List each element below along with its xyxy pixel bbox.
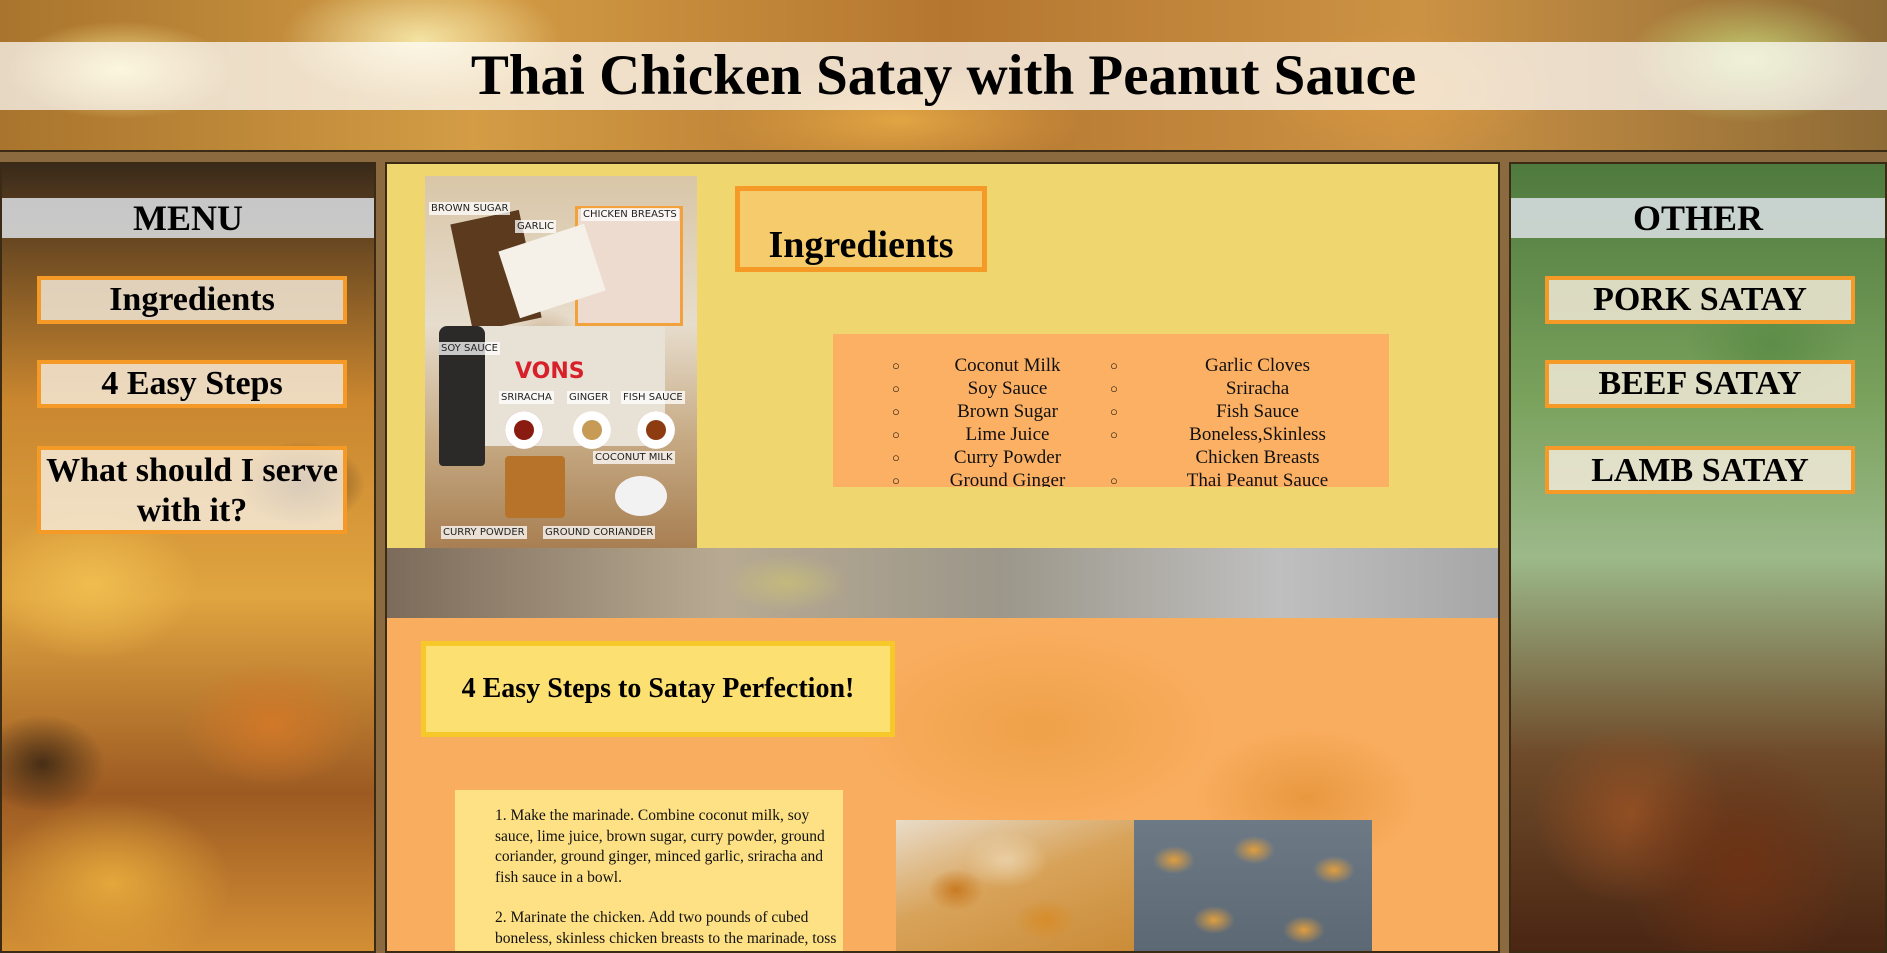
list-item: Curry Powder [833, 446, 1110, 469]
list-item: Ground Ginger [833, 469, 1110, 487]
list-item: Garlic Cloves [1110, 354, 1387, 377]
menu-item-serve-with[interactable]: What should I serve with it? [37, 446, 347, 534]
menu-item-ingredients[interactable]: Ingredients [37, 276, 347, 324]
other-item-pork-satay[interactable]: PORK SATAY [1545, 276, 1855, 324]
menu-sidebar: MENU Ingredients 4 Easy Steps What shoul… [0, 162, 376, 953]
ingredients-heading: Ingredients [768, 224, 954, 266]
photo-label-sriracha: SRIRACHA [499, 391, 554, 404]
section-divider-image [387, 548, 1498, 618]
main-content: BROWN SUGAR GARLIC CHICKEN BREASTS SOY S… [385, 162, 1500, 953]
ingredients-column-2: Garlic Cloves Sriracha Fish Sauce Bonele… [1110, 354, 1387, 487]
photo-label-soy-sauce: SOY SAUCE [439, 342, 500, 355]
steps-heading: 4 Easy Steps to Satay Perfection! [461, 673, 855, 704]
photo-label-brown-sugar: BROWN SUGAR [429, 202, 511, 215]
photo-label-coconut-milk: COCONUT MILK [593, 451, 675, 464]
menu-heading: MENU [133, 198, 243, 238]
list-item: Brown Sugar [833, 400, 1110, 423]
page-title: Thai Chicken Satay with Peanut Sauce [470, 44, 1417, 107]
ingredients-photo: BROWN SUGAR GARLIC CHICKEN BREASTS SOY S… [425, 176, 697, 548]
chicken-skewers-photo [1134, 820, 1372, 951]
list-item: Sriracha [1110, 377, 1387, 400]
steps-section: 4 Easy Steps to Satay Perfection! 1. Mak… [387, 618, 1498, 951]
sriracha-bowl-image [505, 411, 543, 449]
spice-jars-image [505, 456, 565, 518]
marinated-chicken-photo [896, 820, 1134, 951]
list-item: Fish Sauce [1110, 400, 1387, 423]
menu-item-4-easy-steps[interactable]: 4 Easy Steps [37, 360, 347, 408]
fish-sauce-bowl-image [637, 411, 675, 449]
other-sidebar: OTHER PORK SATAY BEEF SATAY LAMB SATAY [1509, 162, 1887, 953]
coconut-milk-bowl-image [615, 476, 667, 516]
ingredients-section: BROWN SUGAR GARLIC CHICKEN BREASTS SOY S… [387, 164, 1498, 548]
list-item: Soy Sauce [833, 377, 1110, 400]
header-banner: Thai Chicken Satay with Peanut Sauce [0, 0, 1887, 152]
photo-label-chicken-breasts: CHICKEN BREASTS [581, 208, 679, 221]
step-2-text: 2. Marinate the chicken. Add two pounds … [495, 909, 837, 951]
other-heading: OTHER [1632, 198, 1764, 238]
list-item: Lime Juice [833, 423, 1110, 446]
step-1-text: 1. Make the marinade. Combine coconut mi… [495, 807, 825, 886]
ginger-bowl-image [573, 411, 611, 449]
steps-text: 1. Make the marinade. Combine coconut mi… [455, 790, 843, 951]
list-item: Thai Peanut Sauce [1110, 469, 1387, 487]
steps-heading-box: 4 Easy Steps to Satay Perfection! [421, 641, 895, 737]
photo-label-store: VONS [515, 359, 585, 384]
photo-label-ground-coriander: GROUND CORIANDER [543, 526, 656, 539]
photo-label-curry-powder: CURRY POWDER [441, 526, 527, 539]
ingredients-list: Coconut Milk Soy Sauce Brown Sugar Lime … [833, 334, 1389, 487]
ingredients-heading-box: Ingredients [735, 186, 987, 272]
photo-label-ginger: GINGER [567, 391, 611, 404]
list-item: Boneless,Skinless Chicken Breasts [1110, 423, 1387, 469]
photo-label-garlic: GARLIC [515, 220, 557, 233]
photo-label-fish-sauce: FISH SAUCE [621, 391, 685, 404]
list-item: Coconut Milk [833, 354, 1110, 377]
other-item-lamb-satay[interactable]: LAMB SATAY [1545, 446, 1855, 494]
ingredients-column-1: Coconut Milk Soy Sauce Brown Sugar Lime … [833, 354, 1110, 487]
other-item-beef-satay[interactable]: BEEF SATAY [1545, 360, 1855, 408]
